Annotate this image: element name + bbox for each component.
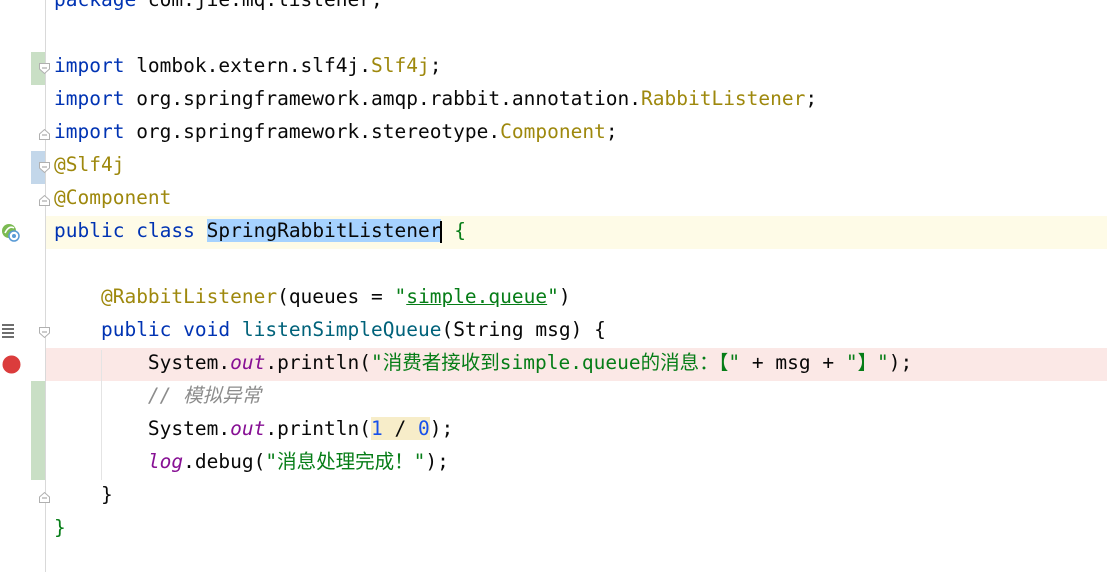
code-line[interactable]: System.out.println("消费者接收到simple.queue的消… [54,346,912,379]
breakpoint-icon[interactable] [2,355,21,378]
code-token: @RabbitListener [100,285,278,308]
code-token: import [54,54,125,77]
code-line[interactable]: log.debug("消息处理完成！"); [54,445,912,478]
code-token: ); [425,450,449,473]
code-token: com.jie.mq.listener; [136,0,383,11]
code-token: lombok.extern.slf4j. [124,54,371,77]
code-token: .println( [265,417,372,440]
code-token: void [183,318,231,341]
code-token: import [54,87,125,110]
fold-marker-icon[interactable] [38,62,51,75]
code-token: .debug( [183,450,266,473]
code-token: .println( [265,351,372,374]
code-token: class [136,219,195,242]
code-line[interactable]: System.out.println(1 / 0); [54,412,912,445]
fold-marker-icon[interactable] [38,326,51,339]
code-editor[interactable]: package com.jie.mq.listener; import lomb… [54,0,912,544]
code-token: ); [888,351,913,374]
method-list-icon[interactable] [1,322,17,342]
code-token: 0 [418,417,430,440]
code-line[interactable]: import lombok.extern.slf4j.Slf4j; [54,49,912,82]
code-token: (queues = [277,285,395,308]
fold-marker-icon[interactable] [38,161,51,174]
code-token: } [54,483,113,506]
code-token: ; [605,120,618,143]
code-token: } [54,516,66,539]
code-line[interactable]: import org.springframework.stereotype.Co… [54,115,912,148]
code-token: SpringRabbitListener [206,219,442,242]
code-line[interactable]: public class SpringRabbitListener { [54,214,912,247]
fold-marker-icon[interactable] [38,491,51,504]
code-token: simple.queue [406,285,548,308]
code-line[interactable]: public void listenSimpleQueue(String msg… [54,313,912,346]
code-token: + msg + [740,351,846,374]
fold-marker-icon[interactable] [38,128,51,141]
code-token: " [547,285,559,308]
code-token: public [54,219,125,242]
code-token: Component [500,120,606,143]
code-line[interactable] [54,247,912,280]
code-token: ; [429,54,442,77]
code-token: listenSimpleQueue [241,318,442,341]
code-token: @Component [54,186,172,209]
code-line[interactable]: // 模拟异常 [54,379,912,412]
code-line[interactable] [54,16,912,49]
code-token: RabbitListener [641,87,806,110]
code-token: "消费者接收到simple.queue的消息：【" [371,351,741,374]
code-token: out [230,417,266,440]
code-token: / [382,417,418,440]
code-token: ); [429,417,454,440]
code-token: System. [54,351,231,374]
code-token: @Slf4j [54,153,125,176]
gutter-divider [45,0,46,572]
code-line[interactable]: } [54,511,912,544]
code-token: package [54,0,136,11]
code-token: "】" [845,351,889,374]
code-token: import [54,120,125,143]
fold-marker-icon[interactable] [38,194,51,207]
code-token: log [147,450,184,473]
code-token: ; [805,87,818,110]
code-token: // 模拟异常 [147,384,262,407]
code-line[interactable]: package com.jie.mq.listener; [54,0,912,16]
code-line[interactable]: @Slf4j [54,148,912,181]
code-token: ) [558,285,571,308]
code-token: "消息处理完成！" [265,450,426,473]
code-token: org.springframework.amqp.rabbit.annotati… [124,87,642,110]
code-line[interactable]: import org.springframework.amqp.rabbit.a… [54,82,912,115]
code-line[interactable]: @Component [54,181,912,214]
code-token: public [100,318,172,341]
vcs-change-marker[interactable] [31,381,45,480]
editor-gutter[interactable] [0,0,46,572]
code-line[interactable]: } [54,478,912,511]
spring-bean-run-icon[interactable] [0,222,22,248]
code-token: (String msg) { [441,318,606,341]
code-token: Slf4j [371,54,430,77]
code-token: 1 [371,417,383,440]
code-token: { [454,219,466,242]
code-token: " [394,285,407,308]
code-token: System. [54,417,231,440]
code-token: org.springframework.stereotype. [124,120,501,143]
code-token: out [230,351,266,374]
code-line[interactable]: @RabbitListener(queues = "simple.queue") [54,280,912,313]
